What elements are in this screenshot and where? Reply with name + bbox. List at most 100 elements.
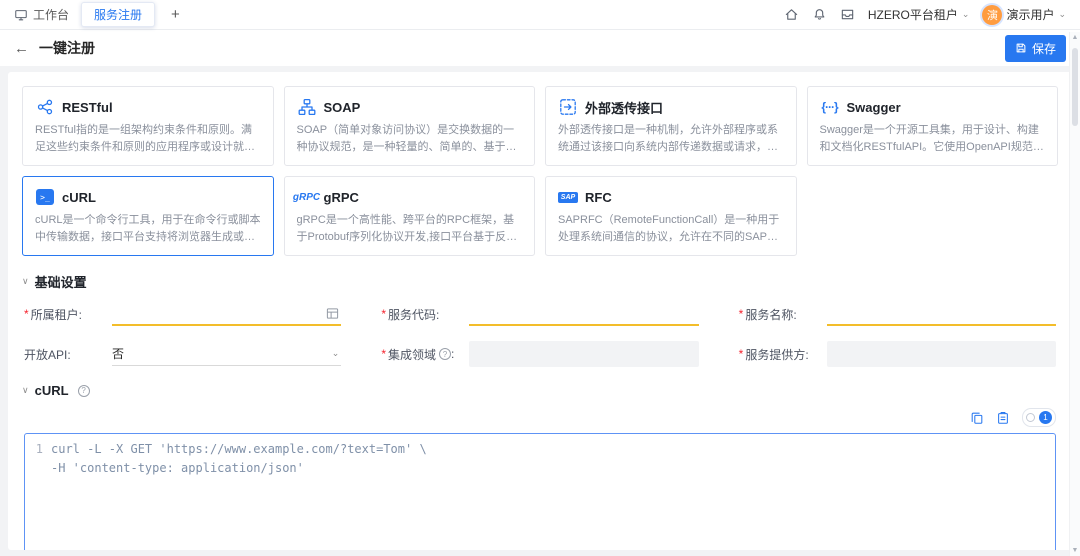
card-title: cURL — [62, 189, 96, 205]
card-description: Swagger是一个开源工具集，用于设计、构建和文档化RESTfulAPI。它使… — [819, 124, 1044, 153]
tab-service-registration[interactable]: 服务注册 — [81, 2, 156, 27]
service-code-input[interactable] — [469, 302, 699, 326]
section-curl-header: ∨ cURL ? — [22, 383, 1058, 398]
add-tab-button[interactable]: + — [167, 6, 184, 23]
page-content: RESTful RESTful指的是一组架构约束条件和原则。满足这些约束条件和原… — [0, 66, 1080, 556]
required-mark: * — [24, 307, 29, 321]
tenant-name: HZERO平台租户 — [867, 8, 958, 22]
required-mark: * — [738, 307, 744, 321]
inbox-icon[interactable] — [840, 7, 855, 22]
service-type-grid: RESTful RESTful指的是一组架构约束条件和原则。满足这些约束条件和原… — [22, 86, 1058, 256]
section-basic-settings-header: ∨ 基础设置 — [22, 272, 1058, 291]
card-description: SAPRFC（RemoteFunctionCall）是一种用于处理系统间通信的协… — [558, 214, 780, 243]
card-restful[interactable]: RESTful RESTful指的是一组架构约束条件和原则。满足这些约束条件和原… — [22, 86, 274, 166]
help-icon[interactable]: ? — [77, 384, 90, 397]
collapse-icon[interactable]: ∨ — [22, 276, 29, 287]
editor-toolbar: 1 — [24, 408, 1056, 427]
workbench-icon — [15, 9, 27, 20]
card-title: SOAP — [323, 99, 361, 115]
topbar-actions: HZERO平台租户 ⌄ 演 演示用户 ⌄ — [784, 4, 1066, 25]
tab-workbench[interactable]: 工作台 — [14, 6, 69, 23]
section-curl-title: cURL — [34, 383, 69, 398]
card-rfc[interactable]: SAP RFC SAPRFC（RemoteFunctionCall）是一种用于处… — [545, 176, 797, 256]
scrollbar-thumb[interactable] — [1072, 48, 1078, 126]
chevron-down-icon: ⌄ — [961, 9, 970, 19]
back-button[interactable]: ← — [14, 40, 29, 57]
integration-domain-label: * 集成领域 ? : — [381, 347, 455, 362]
passthrough-icon — [558, 98, 578, 116]
chevron-down-icon: ⌄ — [331, 348, 340, 358]
avatar: 演 — [982, 4, 1003, 25]
collapse-icon[interactable]: ∨ — [22, 385, 29, 396]
field-service-name: * 服务名称: — [739, 301, 1056, 327]
card-description: SOAP（简单对象访问协议）是交换数据的一种协议规范，是一种轻量的、简单的、基于… — [296, 124, 515, 153]
user-menu[interactable]: 演 演示用户 ⌄ — [982, 4, 1066, 25]
service-code-label: * 服务代码: — [381, 307, 440, 322]
bell-icon[interactable] — [812, 7, 827, 22]
required-mark: * — [381, 347, 386, 361]
card-title: Swagger — [846, 99, 901, 115]
vertical-scrollbar[interactable]: ▲ ▼ — [1069, 32, 1080, 556]
user-name: 演示用户 — [1006, 8, 1055, 22]
card-curl[interactable]: >_ cURL cURL是一个命令行工具，用于在命令行或脚本中传输数据，接口平台… — [22, 176, 274, 256]
toggle-knob — [1026, 413, 1035, 422]
copy-icon[interactable] — [970, 411, 984, 425]
line-wrap-toggle[interactable]: 1 — [1022, 408, 1056, 427]
open-api-select[interactable]: 否 ⌄ — [112, 342, 342, 366]
grpc-icon: gRPC — [292, 191, 321, 203]
integration-domain-input — [469, 341, 699, 367]
card-title: RESTful — [62, 99, 113, 115]
required-mark: * — [738, 347, 744, 361]
open-api-value: 否 — [112, 347, 125, 361]
swagger-icon: {···} — [821, 100, 838, 114]
open-api-label: 开放API: — [24, 347, 71, 362]
line-number: 1 — [35, 442, 43, 456]
basic-settings-form: * 所属租户: * 服务代码: * 服务名称: 开放API: 否 ⌄ * 集成领… — [24, 301, 1056, 367]
soap-icon — [297, 98, 317, 116]
tab-service-registration-label: 服务注册 — [94, 8, 143, 22]
tenant-switcher[interactable]: HZERO平台租户 ⌄ — [868, 6, 970, 23]
tab-strip: 工作台 服务注册 + — [14, 2, 184, 27]
card-swagger[interactable]: {···} Swagger Swagger是一个开源工具集，用于设计、构建和文档… — [806, 86, 1058, 166]
save-button[interactable]: 保存 — [1004, 34, 1066, 62]
save-label: 保存 — [1031, 41, 1056, 56]
page-header: ← 一键注册 保存 — [0, 30, 1080, 66]
card-title: 外部透传接口 — [585, 100, 664, 116]
code-text: -H 'content-type: application/json' — [51, 461, 304, 476]
restful-icon — [35, 98, 55, 116]
card-description: gRPC是一个高性能、跨平台的RPC框架，基于Protobuf序列化协议开发,接… — [296, 214, 518, 243]
chevron-down-icon: ⌄ — [1058, 9, 1066, 19]
tenant-input[interactable] — [112, 302, 342, 326]
code-line: 1 curl -L -X GET 'https://www.example.co… — [25, 440, 1055, 459]
tab-workbench-label: 工作台 — [33, 8, 70, 22]
card-passthrough[interactable]: 外部透传接口 外部透传接口是一种机制，允许外部程序或系统通过该接口向系统内部传递… — [545, 86, 797, 166]
card-description: 外部透传接口是一种机制，允许外部程序或系统通过该接口向系统内部传递数据或请求，并… — [558, 124, 778, 153]
card-soap[interactable]: SOAP SOAP（简单对象访问协议）是交换数据的一种协议规范，是一种轻量的、简… — [283, 86, 535, 166]
service-provider-input — [826, 341, 1056, 367]
card-description: RESTful指的是一组架构约束条件和原则。满足这些约束条件和原则的应用程序或设… — [35, 124, 255, 153]
curl-code-editor[interactable]: 1 curl -L -X GET 'https://www.example.co… — [24, 433, 1056, 550]
required-mark: * — [381, 307, 386, 321]
card-grpc[interactable]: gRPC gRPC gRPC是一个高性能、跨平台的RPC框架，基于Protobu… — [283, 176, 535, 256]
main-card: RESTful RESTful指的是一组架构约束条件和原则。满足这些约束条件和原… — [8, 72, 1072, 550]
section-basic-settings-title: 基础设置 — [34, 275, 87, 290]
lookup-icon[interactable] — [326, 307, 339, 320]
card-description: cURL是一个命令行工具，用于在命令行或脚本中传输数据，接口平台支持将浏览器生成… — [35, 214, 261, 243]
sap-rfc-icon: SAP — [557, 188, 579, 206]
code-line: -H 'content-type: application/json' — [25, 459, 1055, 478]
top-tab-bar: 工作台 服务注册 + HZERO平台租户 ⌄ 演 演示用户 ⌄ — [0, 0, 1080, 30]
tenant-label: * 所属租户: — [24, 307, 83, 322]
curl-terminal-icon: >_ — [35, 188, 55, 206]
field-open-api: 开放API: 否 ⌄ — [24, 341, 342, 367]
service-name-input[interactable] — [826, 302, 1056, 326]
code-text: curl -L -X GET 'https://www.example.com/… — [51, 442, 427, 456]
field-tenant: * 所属租户: — [24, 301, 342, 327]
paste-icon[interactable] — [996, 411, 1010, 425]
scroll-down-icon[interactable]: ▼ — [1072, 547, 1079, 554]
help-icon[interactable]: ? — [439, 348, 452, 360]
scroll-up-icon[interactable]: ▲ — [1072, 34, 1079, 41]
card-title: gRPC — [323, 189, 359, 205]
home-icon[interactable] — [784, 7, 799, 22]
plus-icon: + — [171, 6, 180, 23]
line-number — [25, 459, 51, 478]
